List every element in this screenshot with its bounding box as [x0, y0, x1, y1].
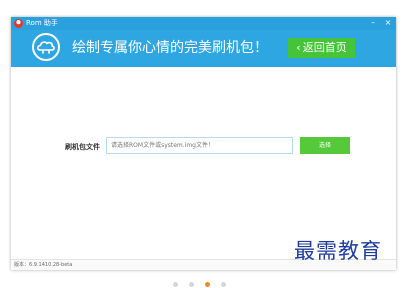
watermark-text: 最需教育	[294, 239, 382, 263]
select-file-button[interactable]: 选择	[300, 137, 350, 154]
back-home-button[interactable]: ‹ 返回首页	[288, 38, 355, 58]
rom-file-input[interactable]	[106, 137, 293, 154]
chevron-left-icon: ‹	[296, 41, 301, 54]
flash-package-label: 刷机包文件	[65, 143, 100, 151]
title-bar[interactable]: Rom 助手 – ×	[11, 17, 396, 30]
main-content: 刷机包文件 选择	[11, 67, 396, 259]
cloud-logo-icon	[32, 33, 60, 61]
close-button[interactable]: ×	[382, 17, 394, 30]
app-logo-icon	[14, 19, 23, 28]
header-banner: 绘制专属你心情的完美刷机包！ ‹ 返回首页	[11, 30, 396, 67]
cloud-icon	[37, 41, 55, 54]
pager-dot[interactable]	[205, 282, 210, 287]
pager-dot[interactable]	[221, 282, 226, 287]
banner-title: 绘制专属你心情的完美刷机包！	[72, 40, 268, 56]
pager-dot[interactable]	[173, 282, 178, 287]
slide-pager	[0, 282, 416, 288]
back-home-label: 返回首页	[302, 41, 347, 54]
minimize-button[interactable]: –	[367, 17, 379, 30]
app-window: Rom 助手 – × 绘制专属你心情的完美刷机包！ ‹返回首页 刷机包文件 选择…	[11, 17, 396, 270]
pager-dot[interactable]	[189, 282, 194, 287]
app-title: Rom 助手	[26, 19, 58, 27]
version-text: 版本：6.9.1410.28-beta	[14, 262, 73, 268]
